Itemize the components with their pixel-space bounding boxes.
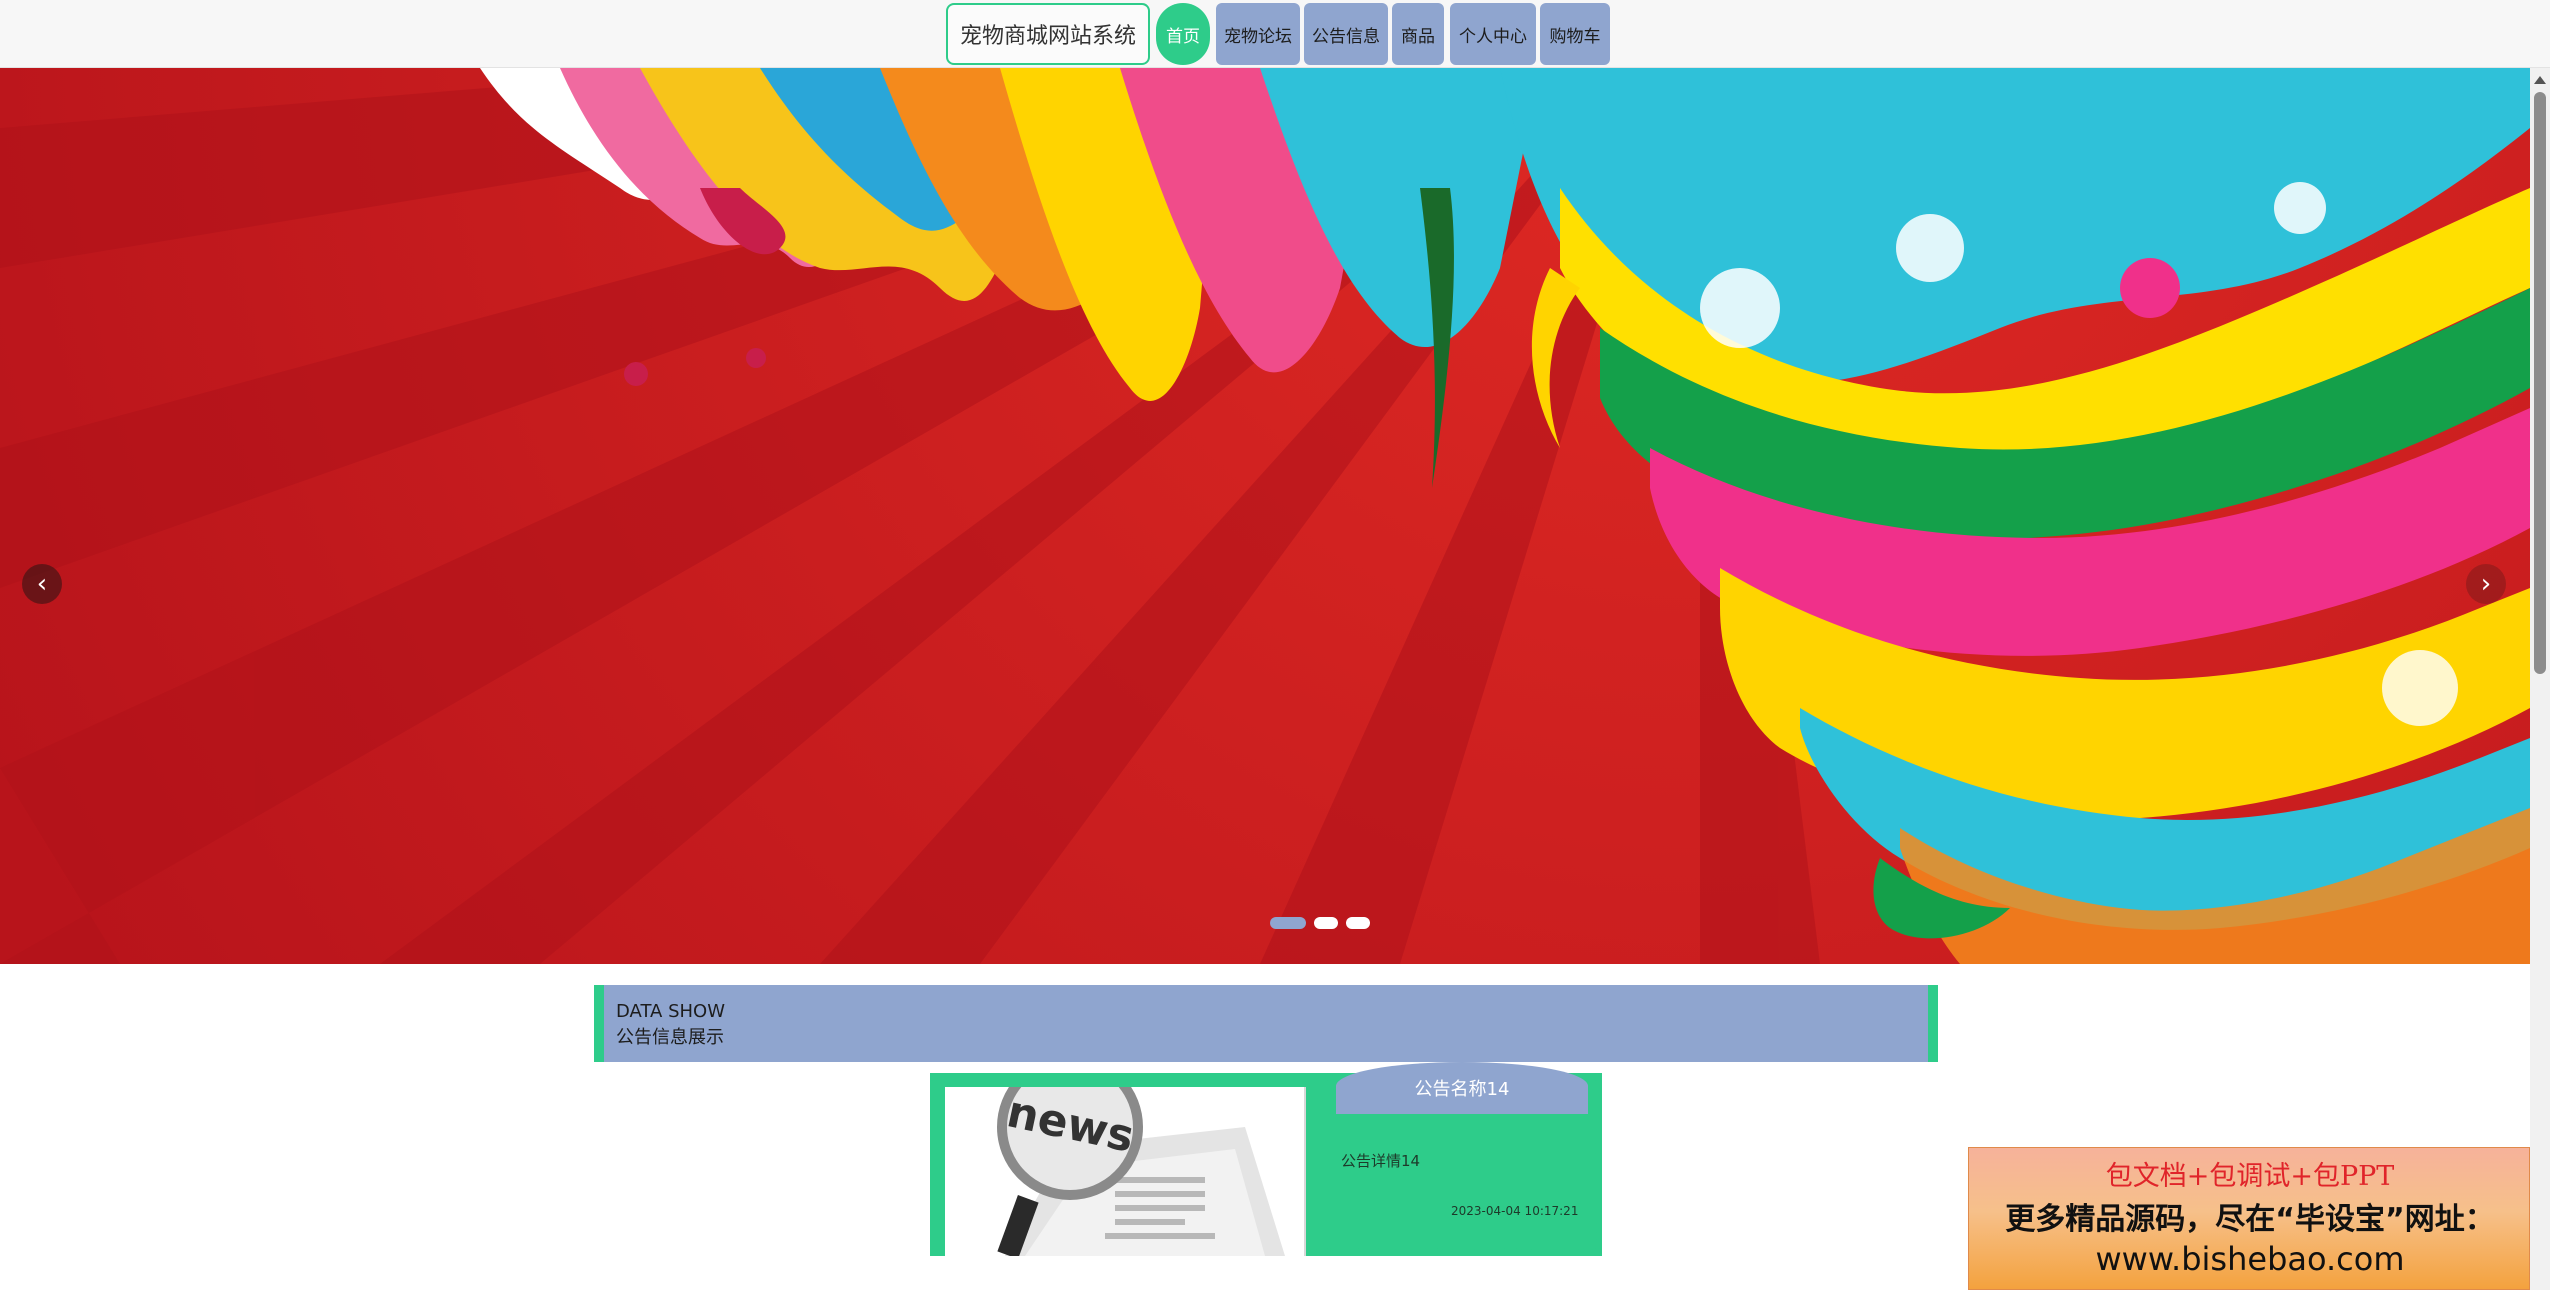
promo-url[interactable]: www.bishebao.com [1969, 1240, 2531, 1278]
newspaper-magnifier-illustration: news [945, 1087, 1305, 1256]
notice-name[interactable]: 公告名称14 [1336, 1062, 1588, 1114]
carousel-prev-button[interactable]: ‹ [22, 564, 62, 604]
chevron-left-icon: ‹ [36, 569, 48, 599]
carousel-dot-2[interactable] [1314, 917, 1338, 929]
promo-banner[interactable]: 包文档+包调试+包PPT 更多精品源码，尽在“毕设宝”网址： www.bishe… [1968, 1147, 2530, 1290]
card-divider [1304, 1087, 1306, 1256]
scrollbar-thumb[interactable] [2534, 92, 2546, 674]
nav-item-pet-forum[interactable]: 宠物论坛 [1216, 3, 1300, 65]
carousel-indicators [1270, 917, 1370, 929]
nav-item-home[interactable]: 首页 [1156, 3, 1210, 65]
carousel-banner[interactable]: ‹ › [0, 68, 2530, 964]
nav-item-products[interactable]: 商品 [1392, 3, 1444, 65]
notice-detail: 公告详情14 [1341, 1152, 1421, 1170]
banner-illustration [0, 68, 2530, 964]
nav-item-notices[interactable]: 公告信息 [1304, 3, 1388, 65]
notice-image[interactable]: news [945, 1087, 1305, 1256]
scroll-up-arrow-icon[interactable] [2534, 76, 2546, 84]
promo-line-1: 包文档+包调试+包PPT [2105, 1161, 2395, 1192]
page: 宠物商城网站系统 首页 宠物论坛 公告信息 商品 个人中心 购物车 ‹ › DA… [0, 0, 2550, 1290]
top-nav-bar: 宠物商城网站系统 首页 宠物论坛 公告信息 商品 个人中心 购物车 [0, 0, 2550, 68]
carousel-next-button[interactable]: › [2466, 564, 2506, 604]
promo-line-2: 更多精品源码，尽在“毕设宝”网址： [2005, 1202, 2495, 1237]
carousel-dot-1[interactable] [1270, 917, 1306, 929]
section-title-cn: 公告信息展示 [616, 1027, 724, 1048]
carousel-dot-3[interactable] [1346, 917, 1370, 929]
section-header: DATA SHOW 公告信息展示 [594, 985, 1938, 1062]
nav-item-cart[interactable]: 购物车 [1540, 3, 1610, 65]
site-title[interactable]: 宠物商城网站系统 [946, 3, 1150, 65]
notice-timestamp: 2023-04-04 10:17:21 [1451, 1204, 1579, 1218]
nav-item-profile[interactable]: 个人中心 [1450, 3, 1536, 65]
section-title-en: DATA SHOW [616, 1001, 726, 1022]
chevron-right-icon: › [2480, 569, 2492, 599]
